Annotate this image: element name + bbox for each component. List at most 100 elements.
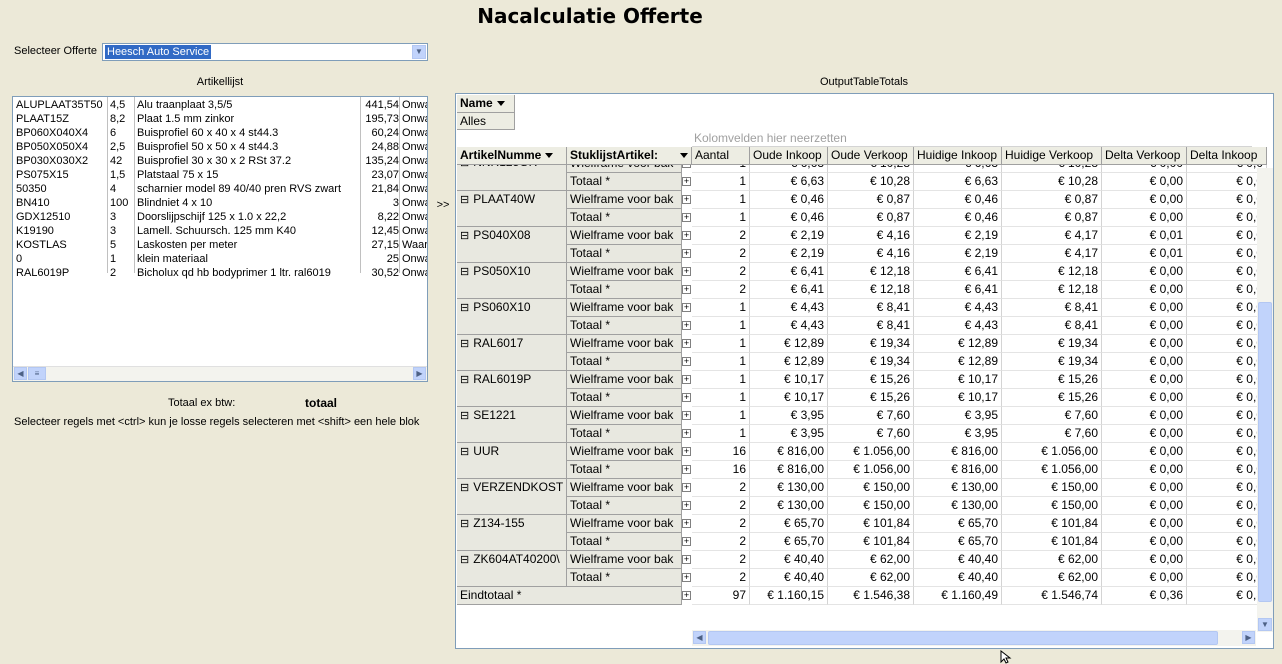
list-item[interactable]: PLAAT15Z 8,2 Plaat 1.5 mm zinkor 195,73 Onwa — [13, 112, 427, 126]
data-cell: € 0,00 — [1102, 569, 1187, 587]
expand-plus-icon[interactable]: + — [682, 213, 691, 222]
list-item[interactable]: 50350 4 scharnier model 89 40/40 pren RVS … — [13, 182, 427, 196]
column-header[interactable]: Huidige Inkoop — [914, 147, 1002, 165]
pivot-vertical-scrollbar[interactable]: ▼ — [1257, 168, 1273, 632]
row-header-artikelnummer[interactable]: ArtikelNumme — [457, 147, 567, 165]
pivot-table[interactable]: Name Alles Kolomvelden hier neerzetten ⊟… — [455, 93, 1274, 649]
list-item[interactable]: KOSTLAS 5 Laskosten per meter 27,15 Waar — [13, 238, 427, 252]
collapse-icon[interactable]: ⊟ — [460, 230, 469, 242]
list-item[interactable]: RAL6019P 2 Bicholux qd hb bodyprimer 1 ltr… — [13, 266, 427, 280]
list-item[interactable]: BN410 100 Blindniet 4 x 10 3 Onwa — [13, 196, 427, 210]
expand-plus-icon[interactable]: + — [682, 537, 691, 546]
list-item[interactable]: GDX12510 3 Doorslijpschijf 125 x 1.0 x 22,… — [13, 210, 427, 224]
collapse-icon[interactable]: ⊟ — [460, 410, 469, 422]
expand-plus-icon[interactable]: + — [682, 303, 691, 312]
article-group[interactable]: ⊟ UUR — [457, 443, 567, 479]
expand-plus-icon[interactable]: + — [682, 411, 691, 420]
scroll-left-icon[interactable]: ◀ — [14, 367, 27, 380]
expand-plus-icon[interactable]: + — [682, 339, 691, 348]
data-cell: € 130,00 — [750, 479, 828, 497]
move-to-pivot-button[interactable]: >> — [430, 196, 456, 214]
list-item[interactable]: PS075X15 1,5 Platstaal 75 x 15 23,07 Onwa — [13, 168, 427, 182]
artikellijst-horizontal-scrollbar[interactable]: ◀ ≡ ▶ — [13, 366, 427, 381]
list-item[interactable]: 0 1 klein materiaal 25 Onwa — [13, 252, 427, 266]
article-group[interactable]: ⊟ PS050X10 — [457, 263, 567, 299]
expand-plus-icon[interactable]: + — [682, 519, 691, 528]
expand-plus-icon[interactable]: + — [682, 375, 691, 384]
article-group[interactable]: ⊟ RAL6017 — [457, 335, 567, 371]
collapse-icon[interactable]: ⊟ — [460, 266, 469, 278]
offerte-select[interactable]: Heesch Auto Service ▼ — [102, 43, 428, 61]
expand-plus-icon[interactable]: + — [682, 285, 691, 294]
pivot-horizontal-scrollbar[interactable]: ◀ ▶ — [692, 630, 1256, 646]
expand-plus-icon[interactable]: + — [682, 591, 691, 600]
collapse-icon[interactable]: ⊟ — [460, 518, 469, 530]
expand-plus-icon[interactable]: + — [682, 483, 691, 492]
collapse-icon[interactable]: ⊟ — [460, 374, 469, 386]
row-header-stuklijstartikel[interactable]: StuklijstArtikel: — [567, 147, 692, 165]
column-header[interactable]: Delta Inkoop — [1187, 147, 1267, 165]
expand-plus-icon[interactable]: + — [682, 195, 691, 204]
article-group[interactable]: ⊟ RAL6019P — [457, 371, 567, 407]
collapse-icon[interactable]: ⊟ — [460, 554, 469, 566]
expand-plus-icon[interactable]: + — [682, 429, 691, 438]
list-item[interactable]: K19190 3 Lamell. Schuursch. 125 mm K40 12,4… — [13, 224, 427, 238]
data-cell: € 12,89 — [750, 353, 828, 371]
filter-field-name[interactable]: Name — [457, 95, 515, 113]
scroll-down-icon[interactable]: ▼ — [1258, 618, 1272, 631]
collapse-icon[interactable]: ⊟ — [460, 302, 469, 314]
artikellijst-label: Artikellijst — [196, 76, 244, 88]
data-cell: € 15,26 — [828, 371, 914, 389]
expand-plus-icon[interactable]: + — [682, 555, 691, 564]
expand-plus-icon[interactable]: + — [682, 321, 691, 330]
expand-plus-icon[interactable]: + — [682, 465, 691, 474]
list-item[interactable]: BP050X050X4 2,5 Buisprofiel 50 x 50 x 4 st… — [13, 140, 427, 154]
expand-plus-icon[interactable]: + — [682, 177, 691, 186]
column-header[interactable]: Oude Inkoop — [750, 147, 828, 165]
scroll-right-icon[interactable]: ▶ — [413, 367, 426, 380]
expand-plus-icon[interactable]: + — [682, 357, 691, 366]
article-group[interactable]: ⊟ ZK604AT40200\ — [457, 551, 567, 587]
expand-plus-icon[interactable]: + — [682, 573, 691, 582]
list-item[interactable]: BP060X040X4 6 Buisprofiel 60 x 40 x 4 st44… — [13, 126, 427, 140]
data-cell: € 3,95 — [914, 425, 1002, 443]
data-cell: € 10,17 — [750, 389, 828, 407]
data-cell: € 19,34 — [828, 353, 914, 371]
expand-plus-icon[interactable]: + — [682, 249, 691, 258]
column-drop-zone[interactable]: Kolomvelden hier neerzetten — [692, 130, 1252, 147]
article-group[interactable]: ⊟ Z134-155 — [457, 515, 567, 551]
article-group[interactable]: ⊟ VERZENDKOST — [457, 479, 567, 515]
article-group[interactable]: ⊟ PS040X08 — [457, 227, 567, 263]
dropdown-arrow-icon[interactable] — [496, 101, 505, 107]
expand-plus-icon[interactable]: + — [682, 447, 691, 456]
column-header[interactable]: Delta Verkoop — [1102, 147, 1187, 165]
expand-plus-icon[interactable]: + — [682, 393, 691, 402]
scroll-right-icon[interactable]: ▶ — [1242, 631, 1255, 644]
article-group[interactable]: ⊟ SE1221 — [457, 407, 567, 443]
artikellijst-listbox[interactable]: ALUPLAAT35T50 4,5 Alu traanplaat 3,5/5 441,… — [12, 96, 428, 382]
collapse-icon[interactable]: ⊟ — [460, 194, 469, 206]
scroll-thumb[interactable] — [1258, 302, 1272, 602]
collapse-icon[interactable]: ⊟ — [460, 338, 469, 350]
list-cell: 3 — [392, 197, 399, 209]
article-group[interactable]: ⊟ PLAAT40W — [457, 191, 567, 227]
expand-plus-icon[interactable]: + — [682, 231, 691, 240]
collapse-icon[interactable]: ⊟ — [460, 482, 469, 494]
data-cell: € 10,28 — [1002, 173, 1102, 191]
data-cell: € 8,41 — [1002, 299, 1102, 317]
dropdown-arrow-icon[interactable] — [545, 153, 554, 159]
scroll-thumb[interactable] — [708, 631, 1218, 645]
list-item[interactable]: BP030X030X2 42 Buisprofiel 30 x 30 x 2 RSt… — [13, 154, 427, 168]
column-header[interactable]: Oude Verkoop — [828, 147, 914, 165]
scroll-left-icon[interactable]: ◀ — [693, 631, 706, 644]
list-item[interactable]: ALUPLAAT35T50 4,5 Alu traanplaat 3,5/5 441,… — [13, 98, 427, 112]
expand-plus-icon[interactable]: + — [682, 501, 691, 510]
expand-plus-icon[interactable]: + — [682, 267, 691, 276]
chevron-down-icon[interactable]: ▼ — [412, 45, 426, 59]
collapse-icon[interactable]: ⊟ — [460, 446, 469, 458]
scroll-thumb[interactable]: ≡ — [28, 367, 46, 380]
dropdown-arrow-icon[interactable] — [680, 153, 688, 158]
column-header[interactable]: Aantal — [692, 147, 750, 165]
column-header[interactable]: Huidige Verkoop — [1002, 147, 1102, 165]
article-group[interactable]: ⊟ PS060X10 — [457, 299, 567, 335]
